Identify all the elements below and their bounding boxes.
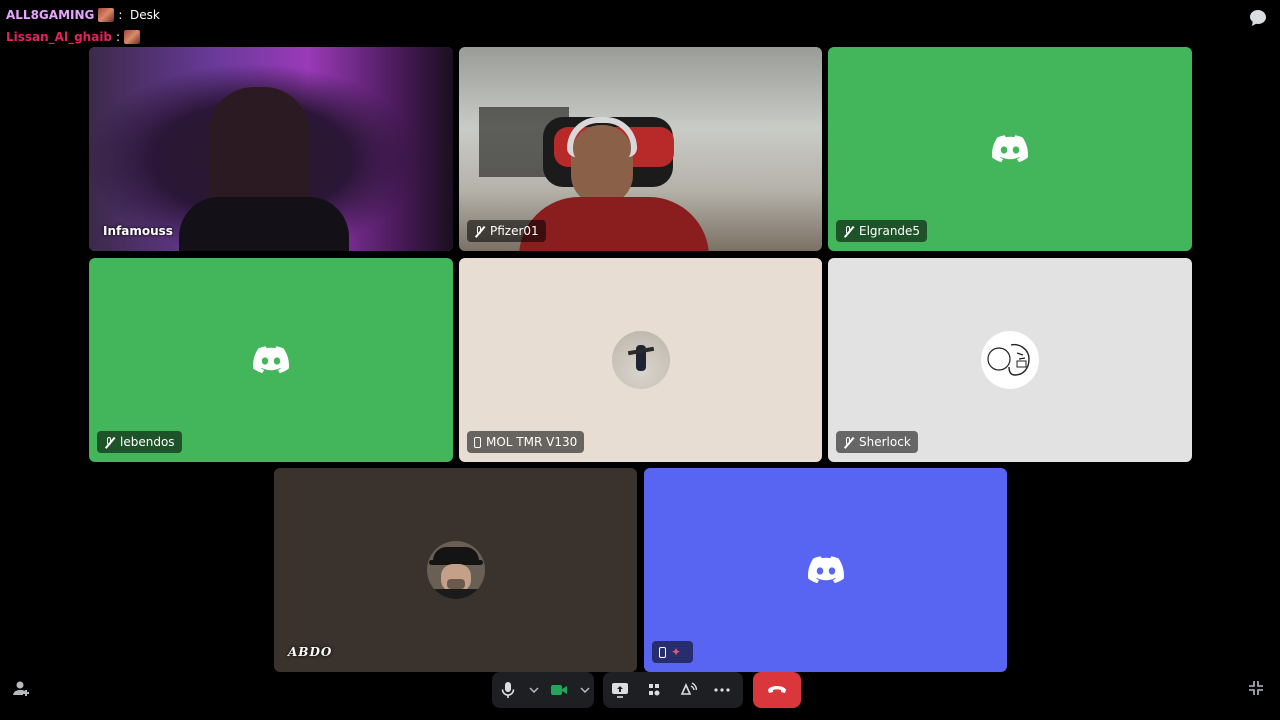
participant-name-label: MOL TMR V130 [467,431,585,453]
call-controls-bar [0,660,1280,720]
activity-group [603,672,743,708]
chat-emote-icon [124,30,141,44]
screen-share-icon [612,683,628,698]
participant-tile[interactable]: MOL TMR V130 [459,258,822,462]
mic-options-dropdown[interactable] [524,672,543,708]
chevron-down-icon [580,687,590,693]
soundboard-icon [680,682,697,695]
camera-button[interactable] [543,672,575,708]
participant-name-label: Elgrande5 [836,220,928,242]
participant-name: MOL TMR V130 [486,435,578,449]
avatar [426,541,485,599]
chevron-down-icon [529,687,539,693]
muted-mic-icon [104,436,115,448]
participant-name-label: Sherlock [836,431,918,453]
screen-share-button[interactable] [603,672,637,708]
muted-mic-icon [843,436,854,448]
chat-bubble-icon[interactable] [1248,8,1268,28]
hang-up-icon [768,686,786,693]
chat-message: : Desk [118,8,160,22]
activities-icon [649,684,660,696]
muted-mic-icon [843,225,854,237]
participant-tile[interactable]: Infamouss [89,47,453,251]
avatar [981,331,1039,389]
discord-logo-icon [807,556,844,584]
participant-name-label: lebendos [97,431,182,453]
chat-emote-icon [98,8,115,22]
participant-name: Sherlock [859,435,911,449]
mobile-phone-icon [659,646,666,658]
video-camera-icon [551,685,568,695]
participant-tile[interactable]: Elgrande5 [828,47,1192,251]
soundboard-button[interactable] [671,672,705,708]
participant-name: Elgrande5 [859,224,921,238]
participant-name-label: Infamouss [97,220,179,242]
participant-name-label: Pfizer01 [467,220,546,242]
participant-name: Infamouss [103,224,173,238]
participant-tile[interactable]: ABDO [274,468,637,672]
avatar [611,331,670,389]
microphone-icon [501,682,515,698]
activities-button[interactable] [637,672,671,708]
chat-line: ALL8GAMING : Desk [6,4,160,26]
chat-line: Lissan_Al_ghaib : [6,26,160,48]
discord-logo-icon [253,346,289,374]
invite-user-icon[interactable] [12,680,32,700]
chat-message: : [116,30,121,44]
participant-tile[interactable]: Pfizer01 [459,47,822,251]
microphone-button[interactable] [492,672,524,708]
more-options-icon [714,688,730,692]
chat-username: Lissan_Al_ghaib [6,30,113,44]
mobile-phone-icon [474,436,481,448]
mic-camera-group [492,672,594,708]
participant-tile[interactable]: ✦ [644,468,1007,672]
participant-name: ABDO [288,645,333,659]
muted-mic-icon [474,225,485,237]
person-body [519,197,709,251]
exit-fullscreen-icon[interactable] [1248,680,1268,700]
person-body [179,197,349,251]
stream-chat-overlay: ALL8GAMING : Desk Lissan_Al_ghaib : [6,4,160,48]
participant-name: Pfizer01 [490,224,539,238]
more-options-button[interactable] [705,672,739,708]
participant-name: lebendos [120,435,175,449]
butterfly-emoji-icon: ✦ [671,645,682,659]
disconnect-button[interactable] [753,672,801,708]
discord-logo-icon [992,135,1028,163]
participant-tile[interactable]: Sherlock [828,258,1192,462]
chat-username: ALL8GAMING [6,8,95,22]
camera-options-dropdown[interactable] [575,672,594,708]
participant-tile[interactable]: lebendos [89,258,453,462]
